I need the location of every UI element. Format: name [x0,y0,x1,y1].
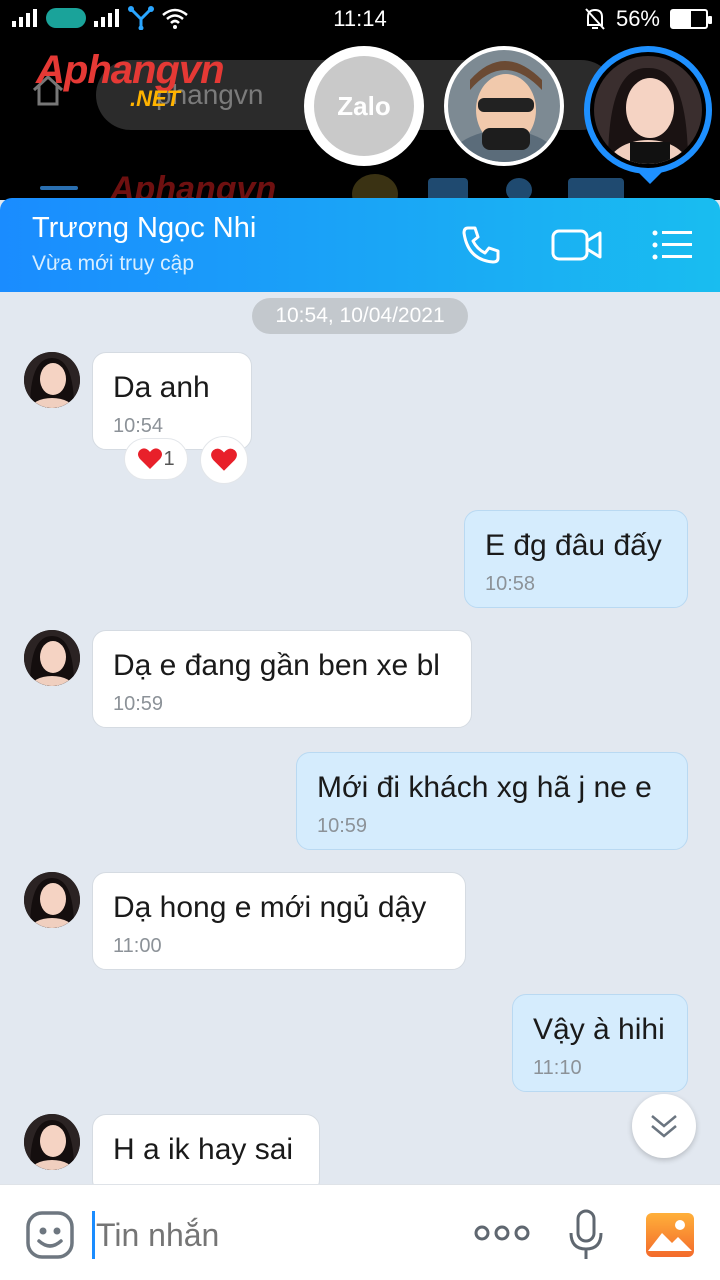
react-button[interactable] [200,436,248,484]
voice-record-button[interactable] [566,1207,606,1263]
status-bar: 11:14 56% [0,0,720,38]
message-bubble-incoming[interactable]: Dạ hong e mới ngủ dậy 11:00 [92,872,466,970]
double-chevron-down-icon [651,1115,677,1138]
message-text: Da anh [113,371,210,404]
chathead-pointer [638,172,662,184]
microphone-icon [569,1209,603,1259]
watermark-domain: .NET [130,86,181,111]
chathead-contact-2[interactable] [444,46,564,166]
message-bubble-incoming[interactable]: H a ik hay sai [92,1114,320,1194]
contact-avatar[interactable] [24,352,80,408]
chathead-active-contact[interactable] [584,46,712,174]
message-text: Mới đi khách xg hã j ne e [317,771,652,804]
message-bubble-outgoing[interactable]: Vậy à hihi 11:10 [512,994,688,1092]
date-separator: 10:54, 10/04/2021 [252,298,468,334]
message-bubble-outgoing[interactable]: Mới đi khách xg hã j ne e 10:59 [296,752,688,850]
message-time: 10:59 [113,693,164,715]
contact-photo [594,56,702,164]
phone-icon[interactable] [456,220,506,270]
message-bubble-incoming[interactable]: Dạ e đang gần ben xe bl 10:59 [92,630,472,728]
video-camera-icon[interactable] [550,220,602,270]
message-time: 11:00 [113,935,162,957]
heart-icon [211,448,237,471]
battery-icon [670,9,712,29]
contact-avatar[interactable] [24,1114,80,1170]
message-bubble-incoming[interactable]: Da anh 10:54 [92,352,252,450]
chat-header: Trương Ngọc Nhi Vừa mới truy cập [0,198,720,292]
message-bubble-outgoing[interactable]: E đg đâu đấy 10:58 [464,510,688,608]
message-time: 10:54 [113,415,164,437]
list-menu-icon[interactable] [648,220,698,270]
scroll-to-bottom-button[interactable] [632,1094,696,1158]
message-input[interactable] [96,1213,436,1257]
message-text: H a ik hay sai [113,1133,294,1166]
sticker-button[interactable] [24,1209,76,1261]
contact-status: Vừa mới truy cập [32,252,195,275]
send-image-button[interactable] [644,1211,696,1259]
image-gallery-icon [646,1213,694,1257]
message-time: 10:59 [317,815,368,837]
contact-name[interactable]: Trương Ngọc Nhi [32,212,256,245]
more-options-button[interactable] [474,1221,530,1245]
message-text: Dạ e đang gần ben xe bl [113,649,440,682]
more-dots-icon [474,1225,530,1241]
message-text: E đg đâu đấy [485,529,662,562]
contact-photo [448,50,560,162]
mute-bell-icon [585,8,605,30]
emoji-icon [26,1211,74,1259]
contact-avatar[interactable] [24,872,80,928]
message-time: 10:58 [485,573,536,595]
message-text: Dạ hong e mới ngủ dậy [113,891,427,924]
battery-percent: 56% [615,6,660,31]
text-cursor [92,1211,95,1259]
message-input-bar [0,1184,720,1280]
heart-icon [138,448,163,469]
contact-avatar[interactable] [24,630,80,686]
message-time: 11:10 [533,1057,582,1079]
message-text: Vậy à hihi [533,1013,665,1046]
zalo-logo-icon: Zalo [314,56,414,156]
reaction-count: 1 [163,447,175,470]
reaction-summary[interactable]: 1 [124,438,188,480]
zalo-chathead[interactable]: Zalo [304,46,424,166]
